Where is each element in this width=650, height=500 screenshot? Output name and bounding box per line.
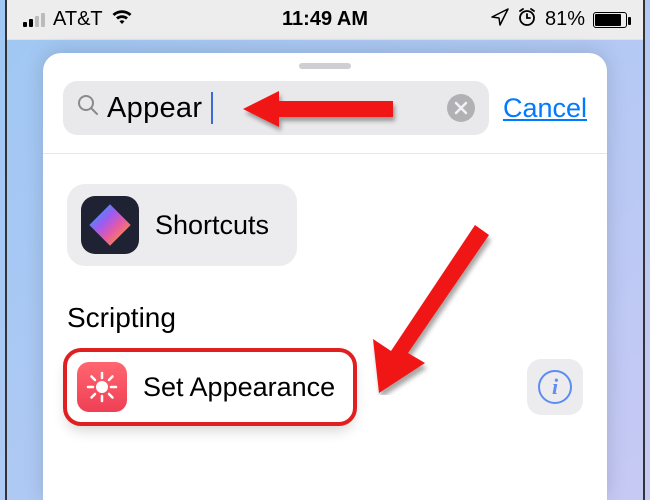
section-header-scripting: Scripting (67, 302, 583, 334)
clock: 11:49 AM (282, 8, 368, 31)
info-icon: i (538, 370, 572, 404)
cancel-button[interactable]: Cancel (503, 93, 587, 124)
location-icon (491, 8, 509, 32)
shortcuts-app-icon (81, 196, 139, 254)
alarm-icon (517, 7, 537, 33)
search-value: Appear (107, 92, 202, 125)
battery-icon (593, 12, 627, 28)
signal-strength-icon (23, 13, 45, 27)
status-bar: AT&T 11:49 AM 81% (7, 0, 643, 40)
wifi-icon (111, 8, 133, 31)
text-cursor (211, 92, 213, 124)
action-info-button[interactable]: i (527, 359, 583, 415)
clear-search-button[interactable] (447, 94, 475, 122)
action-set-appearance[interactable]: Set Appearance (67, 352, 353, 422)
sheet-grabber[interactable] (299, 63, 351, 69)
close-icon (454, 101, 468, 115)
battery-percent: 81% (545, 8, 585, 31)
carrier-label: AT&T (53, 8, 103, 31)
app-card-label: Shortcuts (155, 210, 269, 241)
search-input[interactable]: Appear (63, 81, 489, 135)
action-label: Set Appearance (143, 372, 335, 403)
brightness-icon (77, 362, 127, 412)
app-card-shortcuts[interactable]: Shortcuts (67, 184, 297, 266)
modal-sheet: Appear Cancel Shortcuts Scripting Set Ap… (43, 53, 607, 500)
search-icon (77, 94, 99, 122)
